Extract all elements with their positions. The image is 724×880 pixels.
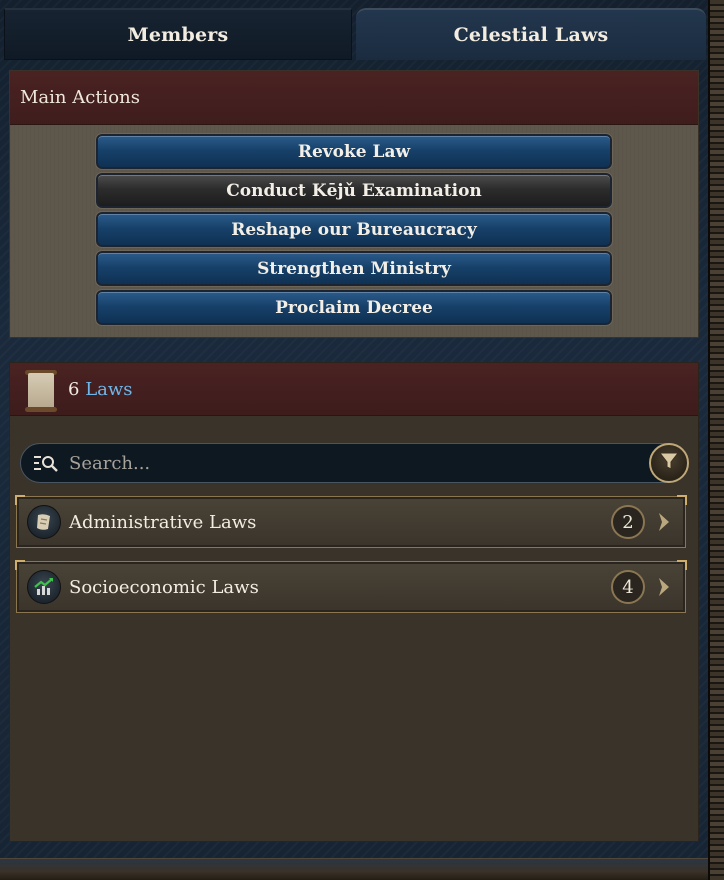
category-label: Administrative Laws [69, 511, 257, 533]
reshape-bureaucracy-button[interactable]: Reshape our Bureaucracy [95, 211, 613, 248]
strengthen-ministry-button[interactable]: Strengthen Ministry [95, 250, 613, 287]
growth-chart-icon [27, 570, 61, 604]
laws-count-label: Laws [85, 378, 133, 400]
category-administrative-laws[interactable]: Administrative Laws 2 [15, 495, 687, 548]
category-count-badge: 2 [611, 505, 645, 539]
proclaim-decree-button[interactable]: Proclaim Decree [95, 289, 613, 326]
search-input[interactable] [69, 452, 687, 474]
category-socioeconomic-laws[interactable]: Socioeconomic Laws 4 [15, 560, 687, 613]
tab-celestial-laws[interactable]: Celestial Laws [356, 8, 706, 60]
tab-bar: Members Celestial Laws [0, 0, 708, 60]
proclaim-decree-label: Proclaim Decree [275, 297, 433, 318]
laws-panel: 6 Laws Search... Administrative Laws 2 S… [9, 362, 699, 842]
laws-count-text: 6 Laws [68, 379, 133, 400]
quill-scroll-icon [27, 505, 61, 539]
conduct-keju-examination-button[interactable]: Conduct Kējǔ Examination [95, 172, 613, 209]
category-count-badge: 4 [611, 570, 645, 604]
main-actions-panel: Main Actions Revoke Law Conduct Kējǔ Exa… [9, 70, 699, 338]
reshape-bureaucracy-label: Reshape our Bureaucracy [231, 219, 477, 240]
laws-header: 6 Laws [10, 363, 698, 416]
laws-count: 6 [68, 378, 80, 400]
tab-members[interactable]: Members [4, 8, 352, 60]
main-actions-header: Main Actions [10, 71, 698, 125]
search-list-icon [33, 453, 59, 473]
tab-members-label: Members [127, 23, 229, 46]
chevron-right-icon [655, 575, 673, 599]
main-actions-title: Main Actions [20, 87, 140, 108]
strengthen-ministry-label: Strengthen Ministry [257, 258, 451, 279]
ornamental-border-right [708, 0, 724, 880]
conduct-keju-examination-label: Conduct Kējǔ Examination [226, 180, 482, 201]
category-label: Socioeconomic Laws [69, 576, 259, 598]
search-bar [20, 443, 689, 483]
revoke-law-label: Revoke Law [297, 141, 411, 162]
revoke-law-button[interactable]: Revoke Law [95, 133, 613, 170]
chevron-right-icon [655, 510, 673, 534]
tab-celestial-laws-label: Celestial Laws [453, 24, 609, 46]
ornamental-border-bottom [0, 858, 708, 880]
filter-button[interactable] [649, 443, 689, 483]
filter-icon [658, 450, 680, 476]
scroll-icon [22, 367, 58, 412]
